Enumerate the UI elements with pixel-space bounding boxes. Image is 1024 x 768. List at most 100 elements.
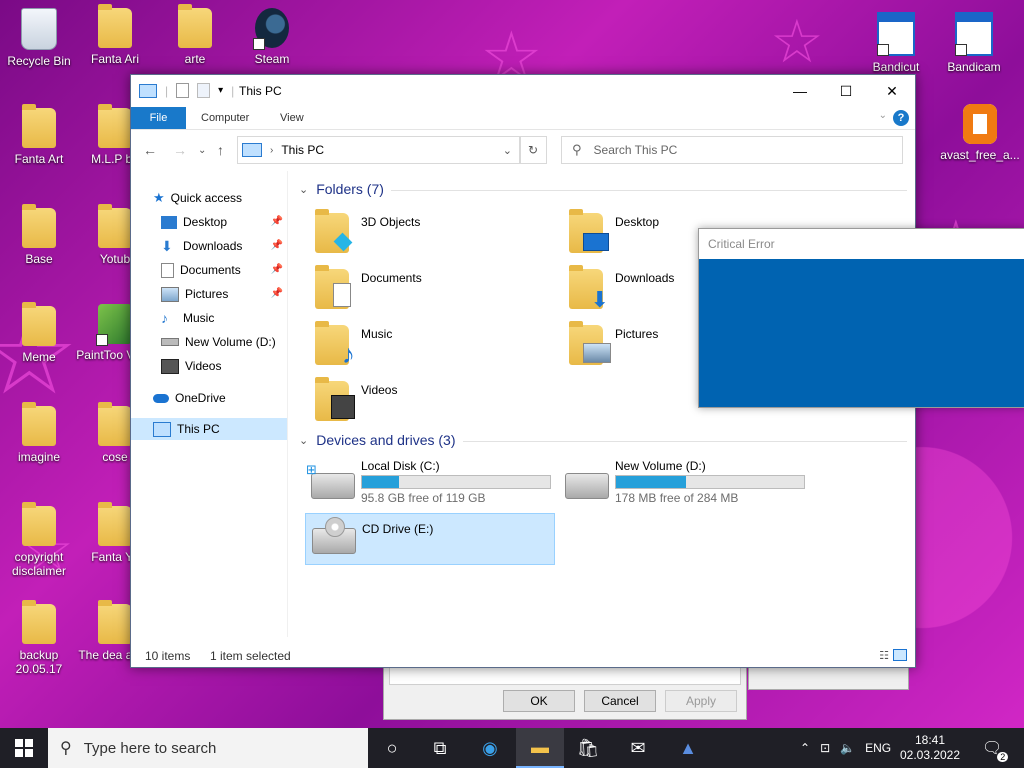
desktop-icon-label: Meme	[22, 350, 56, 364]
drive-item-c[interactable]: ⊞ Local Disk (C:) 95.8 GB free of 119 GB	[305, 459, 553, 509]
recent-locations-icon[interactable]: ⌄	[198, 145, 206, 156]
error-body	[699, 259, 1024, 407]
this-pc-icon	[139, 83, 157, 98]
title-bar[interactable]: | ▾ | This PC — ☐ ✕	[131, 75, 915, 107]
desktop-icon-backup[interactable]: backup 20.05.17	[0, 600, 78, 676]
folder-icon	[98, 402, 132, 446]
notification-icon: 🗨 2	[982, 738, 1009, 762]
network-icon[interactable]: ⊡	[820, 741, 830, 755]
chevron-right-icon[interactable]: ›	[270, 145, 273, 156]
desktop-icon-avast[interactable]: avast_free_a...	[936, 104, 1024, 162]
nav-item-pictures[interactable]: Pictures 📌	[161, 283, 287, 305]
details-view-icon[interactable]: ☷	[879, 649, 889, 662]
folder-item[interactable]: Videos	[315, 377, 555, 429]
nav-item-videos[interactable]: Videos	[161, 355, 221, 377]
expand-ribbon-icon[interactable]: ⌄	[879, 110, 887, 121]
help-icon[interactable]: ?	[893, 110, 909, 126]
file-explorer-icon[interactable]: ▬	[516, 728, 564, 768]
language-indicator[interactable]: ENG	[865, 741, 891, 755]
cortana-icon[interactable]: ○	[368, 728, 416, 768]
folder-label: Videos	[361, 383, 398, 397]
folder-item[interactable]: 3D Objects	[315, 209, 555, 261]
devices-group-header[interactable]: ⌄ Devices and drives (3)	[299, 432, 456, 448]
nav-quick-access[interactable]: ★ Quick access	[153, 187, 242, 209]
notifications-button[interactable]: 🗨 2	[982, 728, 1009, 768]
critical-error-window[interactable]: Critical Error	[698, 228, 1024, 408]
folder-icon	[98, 600, 132, 644]
folder-icon	[22, 204, 56, 248]
address-bar[interactable]: › This PC ⌄	[237, 136, 521, 164]
painttool-icon	[96, 304, 132, 346]
volume-muted-icon[interactable]: 🔈	[840, 741, 855, 755]
pin-icon[interactable]: 📌	[271, 259, 283, 281]
taskbar-search[interactable]: ⚲ Type here to search	[48, 728, 368, 768]
properties-icon[interactable]	[176, 83, 190, 98]
desktop-icon-label: Steam	[254, 52, 290, 66]
folder-label: Documents	[361, 271, 422, 285]
apply-button[interactable]: Apply	[665, 690, 737, 712]
show-hidden-icons-icon[interactable]: ⌃	[800, 741, 810, 755]
desktop-icon-bandicut[interactable]: Bandicut	[857, 12, 935, 74]
drive-item-d[interactable]: New Volume (D:) 178 MB free of 284 MB	[559, 459, 807, 509]
nav-item-music[interactable]: ♪ Music	[161, 307, 214, 329]
refresh-icon[interactable]: ↻	[519, 136, 547, 164]
tab-view[interactable]: View	[280, 107, 304, 129]
desktop-icon-base[interactable]: Base	[0, 204, 78, 266]
pin-icon[interactable]: 📌	[271, 283, 283, 305]
desktop-icon-meme[interactable]: Meme	[0, 302, 78, 364]
group-title: Devices and drives (3)	[316, 432, 456, 448]
back-icon[interactable]: ←	[143, 142, 157, 158]
large-icons-view-icon[interactable]	[893, 649, 907, 661]
star-icon: ★	[153, 190, 165, 205]
search-placeholder: Search This PC	[593, 143, 678, 157]
nav-item-new-volume[interactable]: New Volume (D:)	[161, 331, 276, 353]
film-icon	[161, 358, 179, 374]
desktop-icon-bandicam[interactable]: Bandicam	[935, 12, 1013, 74]
drive-item-e[interactable]: CD Drive (E:)	[305, 513, 555, 565]
mail-icon[interactable]: ✉	[614, 728, 662, 768]
tab-computer[interactable]: Computer	[201, 107, 249, 129]
task-view-icon[interactable]: ⧉	[416, 728, 464, 768]
new-folder-icon[interactable]	[197, 83, 211, 98]
cd-drive-icon	[312, 517, 356, 554]
folders-group-header[interactable]: ⌄ Folders (7)	[299, 181, 384, 197]
up-icon[interactable]: ↑	[217, 142, 224, 158]
ok-button[interactable]: OK	[503, 690, 575, 712]
edge-icon[interactable]: ◉	[466, 728, 514, 768]
pin-icon[interactable]: 📌	[271, 235, 283, 257]
tab-file[interactable]: File	[131, 107, 186, 129]
system-tray: ⌃ ⊡ 🔈 ENG	[800, 728, 891, 768]
folder-item[interactable]: Documents	[315, 265, 555, 317]
app-icon[interactable]: ▲	[664, 728, 712, 768]
desktop-icon-recycle-bin[interactable]: Recycle Bin	[0, 8, 78, 68]
pin-icon[interactable]: 📌	[271, 211, 283, 233]
nav-item-downloads[interactable]: ⬇ Downloads 📌	[161, 235, 287, 257]
local-disk-icon: ⊞	[306, 462, 355, 499]
start-button[interactable]	[0, 728, 48, 768]
search-input[interactable]: ⚲ Search This PC	[561, 136, 903, 164]
nav-item-documents[interactable]: Documents 📌	[161, 259, 287, 281]
nav-onedrive[interactable]: OneDrive	[153, 387, 226, 409]
desktop-icon-imagine[interactable]: imagine	[0, 402, 78, 464]
desktop-icon-steam[interactable]: Steam	[233, 8, 311, 66]
store-icon[interactable]: 🛍	[564, 728, 612, 768]
clock[interactable]: 18:41 02.03.2022	[900, 728, 960, 768]
customize-toolbar-icon[interactable]: ▾	[218, 85, 223, 96]
desktop-icon-fanta-art[interactable]: Fanta Art	[0, 104, 78, 166]
close-icon[interactable]: ✕	[869, 75, 915, 107]
folder-icon	[22, 600, 56, 644]
maximize-icon[interactable]: ☐	[823, 75, 869, 107]
cancel-button[interactable]: Cancel	[584, 690, 656, 712]
desktop-icon-fanta-ari[interactable]: Fanta Ari	[76, 4, 154, 66]
nav-this-pc[interactable]: This PC	[131, 418, 287, 440]
forward-icon[interactable]: →	[173, 142, 187, 158]
chevron-down-icon[interactable]: ⌄	[503, 144, 512, 157]
desktop-icon-copyright[interactable]: copyright disclaimer	[0, 502, 78, 578]
nav-item-desktop[interactable]: Desktop 📌	[161, 211, 287, 233]
minimize-icon[interactable]: —	[777, 75, 823, 107]
folder-icon	[98, 502, 132, 546]
drive-usage-fill	[362, 476, 399, 488]
desktop-icon	[161, 215, 177, 229]
folder-item[interactable]: ♪ Music	[315, 321, 555, 373]
desktop-icon-arte[interactable]: arte	[156, 4, 234, 66]
